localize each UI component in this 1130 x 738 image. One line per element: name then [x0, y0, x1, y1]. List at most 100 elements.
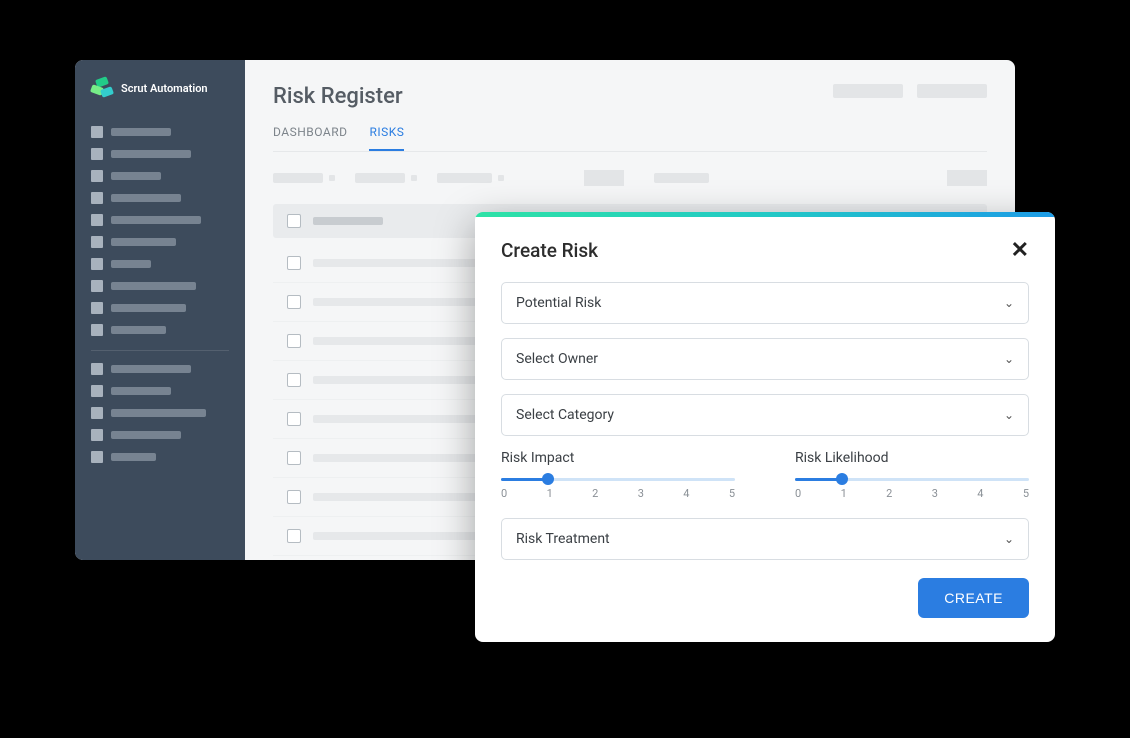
sidebar-item[interactable] — [91, 126, 229, 138]
nav-icon — [91, 407, 103, 419]
select-category-select[interactable]: Select Category ⌄ — [501, 394, 1029, 436]
chevron-down-icon: ⌄ — [1004, 352, 1014, 366]
nav-label — [111, 238, 176, 246]
slider-ticks: 0 1 2 3 4 5 — [501, 487, 735, 500]
chevron-down-icon: ⌄ — [1004, 296, 1014, 310]
slider-tick: 4 — [683, 487, 689, 500]
modal-title: Create Risk — [501, 239, 598, 262]
slider-tick: 1 — [547, 487, 553, 500]
nav-label — [111, 150, 191, 158]
nav-label — [111, 431, 181, 439]
slider-track[interactable] — [501, 478, 735, 481]
sidebar-item[interactable] — [91, 302, 229, 314]
header-action[interactable] — [917, 84, 987, 98]
row-checkbox[interactable] — [287, 373, 301, 387]
sidebar-nav-group-2 — [91, 363, 229, 463]
slider-tick: 0 — [795, 487, 801, 500]
risk-treatment-label: Risk Treatment — [516, 531, 610, 547]
header-actions — [833, 84, 987, 98]
filter-action[interactable] — [584, 170, 624, 186]
nav-label — [111, 387, 171, 395]
sidebar-item[interactable] — [91, 280, 229, 292]
sidebar-item[interactable] — [91, 429, 229, 441]
row-checkbox[interactable] — [287, 334, 301, 348]
filter-row — [273, 170, 987, 186]
slider-tick: 5 — [1023, 487, 1029, 500]
sidebar-item[interactable] — [91, 148, 229, 160]
nav-icon — [91, 363, 103, 375]
sidebar-item[interactable] — [91, 192, 229, 204]
nav-label — [111, 326, 166, 334]
slider-thumb[interactable] — [836, 473, 848, 485]
nav-label — [111, 365, 191, 373]
slider-tick: 2 — [886, 487, 892, 500]
slider-tick: 3 — [638, 487, 644, 500]
row-checkbox[interactable] — [287, 451, 301, 465]
sidebar-item[interactable] — [91, 363, 229, 375]
risk-impact-slider[interactable]: Risk Impact 0 1 2 3 4 5 — [501, 450, 735, 500]
risk-likelihood-slider[interactable]: Risk Likelihood 012345 — [795, 450, 1029, 500]
chevron-down-icon: ⌄ — [1004, 408, 1014, 422]
sidebar-item[interactable] — [91, 451, 229, 463]
row-checkbox[interactable] — [287, 490, 301, 504]
risk-treatment-select[interactable]: Risk Treatment ⌄ — [501, 518, 1029, 560]
select-owner-label: Select Owner — [516, 351, 598, 367]
nav-icon — [91, 126, 103, 138]
nav-icon — [91, 302, 103, 314]
brand-name: Scrut Automation — [121, 83, 208, 95]
sidebar-item[interactable] — [91, 214, 229, 226]
select-owner-select[interactable]: Select Owner ⌄ — [501, 338, 1029, 380]
nav-label — [111, 453, 156, 461]
nav-icon — [91, 280, 103, 292]
slider-tick: 5 — [729, 487, 735, 500]
sidebar-item[interactable] — [91, 385, 229, 397]
nav-icon — [91, 170, 103, 182]
nav-icon — [91, 236, 103, 248]
filter-label — [654, 173, 709, 183]
nav-icon — [91, 451, 103, 463]
chevron-down-icon: ⌄ — [1004, 532, 1014, 546]
sidebar-item[interactable] — [91, 258, 229, 270]
tabs: DASHBOARD RISKS — [273, 125, 987, 152]
sidebar-item[interactable] — [91, 236, 229, 248]
brand-logo-icon — [91, 78, 113, 100]
slider-track[interactable] — [795, 478, 1029, 481]
select-category-label: Select Category — [516, 407, 614, 423]
filter-chunk[interactable] — [437, 173, 504, 183]
slider-ticks: 012345 — [795, 487, 1029, 500]
tab-risks[interactable]: RISKS — [369, 125, 404, 151]
header-action[interactable] — [833, 84, 903, 98]
slider-tick: 0 — [501, 487, 507, 500]
sidebar: Scrut Automation — [75, 60, 245, 560]
slider-thumb[interactable] — [542, 473, 554, 485]
potential-risk-select[interactable]: Potential Risk ⌄ — [501, 282, 1029, 324]
filter-chunk[interactable] — [355, 173, 417, 183]
create-button[interactable]: CREATE — [918, 578, 1029, 618]
nav-icon — [91, 258, 103, 270]
sidebar-item[interactable] — [91, 324, 229, 336]
row-checkbox[interactable] — [287, 529, 301, 543]
nav-label — [111, 409, 206, 417]
row-checkbox[interactable] — [287, 295, 301, 309]
sidebar-separator — [91, 350, 229, 351]
row-checkbox[interactable] — [287, 412, 301, 426]
filter-chunk[interactable] — [273, 173, 335, 183]
create-risk-modal: Create Risk ✕ Potential Risk ⌄ Select Ow… — [475, 212, 1055, 642]
risk-impact-label: Risk Impact — [501, 450, 735, 466]
filter-action-right[interactable] — [947, 170, 987, 186]
sidebar-item[interactable] — [91, 407, 229, 419]
slider-tick: 4 — [977, 487, 983, 500]
nav-icon — [91, 148, 103, 160]
row-checkbox[interactable] — [287, 256, 301, 270]
close-icon[interactable]: ✕ — [1011, 240, 1029, 262]
risk-likelihood-label: Risk Likelihood — [795, 450, 1029, 466]
potential-risk-label: Potential Risk — [516, 295, 601, 311]
list-header-label — [313, 217, 383, 225]
brand-logo: Scrut Automation — [91, 78, 229, 100]
nav-label — [111, 128, 171, 136]
sidebar-item[interactable] — [91, 170, 229, 182]
select-all-checkbox[interactable] — [287, 214, 301, 228]
tab-dashboard[interactable]: DASHBOARD — [273, 125, 347, 151]
slider-tick: 2 — [592, 487, 598, 500]
nav-icon — [91, 214, 103, 226]
